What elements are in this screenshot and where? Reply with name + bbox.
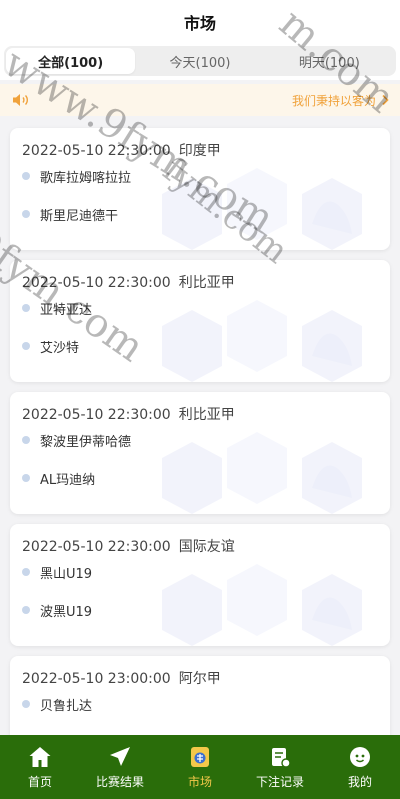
tab-results[interactable]: 比赛结果 — [80, 735, 160, 799]
team-dot-icon — [22, 700, 30, 708]
match-card[interactable]: 2022-05-10 22:30:00 国际友谊 黑山U19 波黑U19 — [10, 524, 390, 646]
away-team-name: AL玛迪纳 — [40, 472, 96, 488]
tab-tomorrow[interactable]: 明天(100) — [265, 48, 394, 74]
tab-all[interactable]: 全部(100) — [6, 48, 136, 74]
match-header: 2022-05-10 23:00:00 阿尔甲 — [22, 668, 221, 688]
tab-home-label: 首页 — [27, 774, 52, 789]
match-header: 2022-05-10 22:30:00 利比亚甲 — [22, 404, 235, 424]
home-team: 黎波里伊蒂哈德 — [22, 430, 131, 450]
team-dot-icon — [22, 474, 30, 482]
match-datetime: 2022-05-10 22:30:00 — [22, 407, 171, 423]
page-title: 市场 — [183, 14, 216, 33]
team-dot-icon — [22, 210, 30, 218]
tab-today[interactable]: 今天(100) — [135, 48, 264, 74]
filter-tabs-track: 全部(100) 今天(100) 明天(100) — [4, 46, 396, 76]
send-icon — [110, 746, 130, 766]
profile-icon — [350, 746, 370, 767]
match-card[interactable]: 2022-05-10 22:30:00 利比亚甲 黎波里伊蒂哈德 AL玛迪纳 — [10, 392, 390, 514]
tab-profile[interactable]: 我的 — [320, 735, 400, 799]
away-team-name: 艾沙特 — [40, 340, 80, 356]
match-league: 阿尔甲 — [178, 671, 221, 687]
away-team: AL玛迪纳 — [22, 468, 95, 488]
card-decoration-graphic — [162, 168, 362, 250]
match-datetime: 2022-05-10 23:00:00 — [22, 671, 171, 687]
card-decoration-graphic — [162, 564, 362, 646]
bet-record-icon — [272, 747, 291, 768]
home-team-name: 黎波里伊蒂哈德 — [40, 434, 132, 450]
tab-market-label: 市场 — [187, 774, 212, 789]
match-league: 利比亚甲 — [178, 407, 235, 423]
match-header: 2022-05-10 22:30:00 国际友谊 — [22, 536, 235, 556]
match-league: 国际友谊 — [178, 539, 235, 555]
match-datetime: 2022-05-10 22:30:00 — [22, 143, 171, 159]
match-league: 利比亚甲 — [178, 275, 235, 291]
away-team: 斯里尼迪德干 — [22, 204, 118, 224]
match-header: 2022-05-10 22:30:00 利比亚甲 — [22, 272, 235, 292]
home-team-name: 贝鲁扎达 — [40, 698, 93, 714]
tab-profile-label: 我的 — [347, 774, 372, 789]
home-team-name: 黑山U19 — [40, 566, 93, 582]
match-header: 2022-05-10 22:30:00 印度甲 — [22, 140, 221, 160]
chevron-right-icon — [382, 94, 389, 106]
tab-results-label: 比赛结果 — [95, 774, 144, 789]
home-team: 贝鲁扎达 — [22, 694, 92, 714]
card-decoration-graphic — [162, 432, 362, 514]
team-dot-icon — [22, 342, 30, 350]
bottom-tab-bar: 首页 比赛结果 市场 下注记录 我的 — [0, 735, 400, 799]
home-team: 歌库拉姆喀拉拉 — [22, 166, 131, 186]
team-dot-icon — [22, 172, 30, 180]
card-decoration-graphic — [162, 300, 362, 382]
tab-home[interactable]: 首页 — [0, 735, 80, 799]
home-team: 亚特亚达 — [22, 298, 92, 318]
home-team-name: 歌库拉姆喀拉拉 — [40, 170, 132, 186]
match-datetime: 2022-05-10 22:30:00 — [22, 275, 171, 291]
match-datetime: 2022-05-10 22:30:00 — [22, 539, 171, 555]
match-card[interactable]: 2022-05-10 22:30:00 利比亚甲 亚特亚达 艾沙特 — [10, 260, 390, 382]
away-team-name: 波黑U19 — [40, 604, 93, 620]
market-icon — [191, 746, 209, 767]
filter-tabs: 全部(100) 今天(100) 明天(100) — [0, 44, 400, 80]
away-team: 波黑U19 — [22, 600, 92, 620]
team-dot-icon — [22, 606, 30, 614]
team-dot-icon — [22, 304, 30, 312]
tab-market[interactable]: 市场 — [160, 735, 240, 799]
home-icon — [29, 746, 51, 767]
match-card[interactable]: 2022-05-10 22:30:00 印度甲 歌库拉姆喀拉拉 斯里尼迪德干 — [10, 128, 390, 250]
match-league: 印度甲 — [178, 143, 221, 159]
away-team-name: 斯里尼迪德干 — [40, 208, 119, 224]
team-dot-icon — [22, 568, 30, 576]
tab-bet-records-label: 下注记录 — [255, 774, 304, 789]
top-bar: 市场 — [0, 0, 400, 44]
notice-bar[interactable]: 我们秉持以客为 — [0, 84, 400, 116]
away-team: 艾沙特 — [22, 336, 79, 356]
speaker-icon — [13, 94, 28, 106]
notice-text: 我们秉持以客为 — [291, 93, 376, 108]
tab-bet-records[interactable]: 下注记录 — [240, 735, 320, 799]
home-team: 黑山U19 — [22, 562, 92, 582]
home-team-name: 亚特亚达 — [40, 302, 93, 318]
team-dot-icon — [22, 436, 30, 444]
